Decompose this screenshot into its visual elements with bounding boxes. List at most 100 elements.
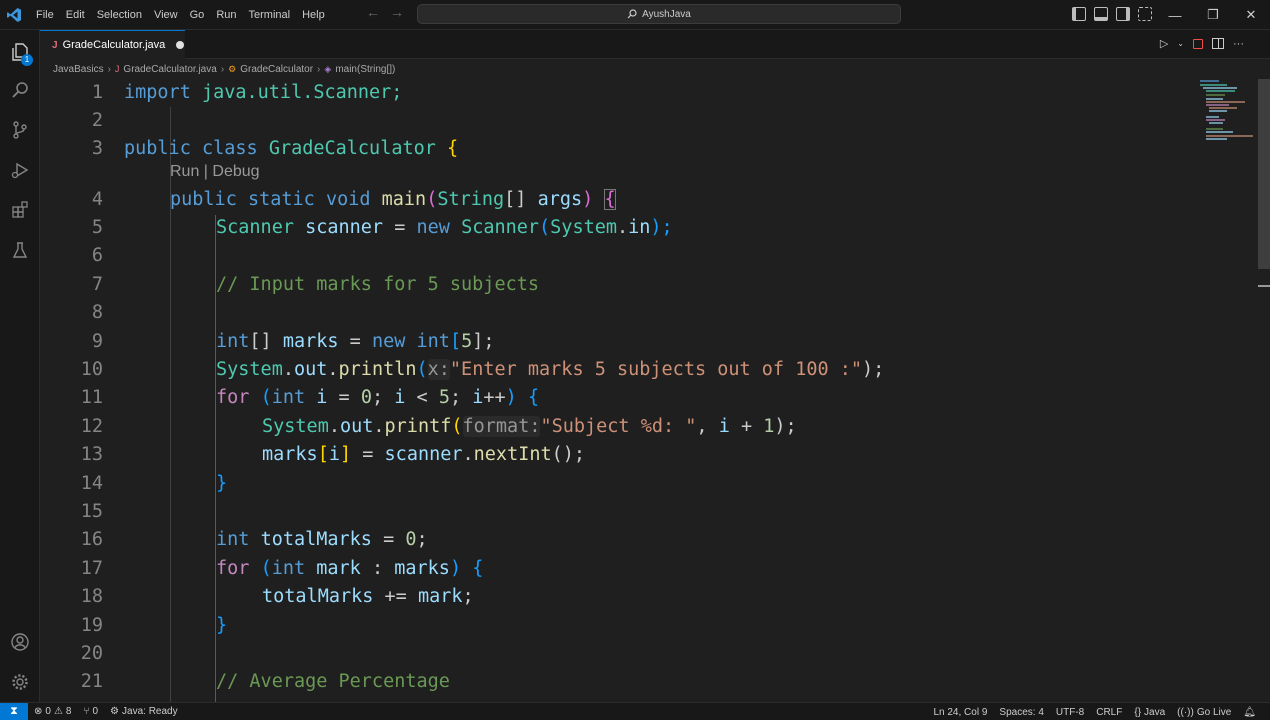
code-text: Scanner scanner = new Scanner(System.in)… <box>216 214 673 242</box>
toggle-primary-sidebar-icon[interactable] <box>1072 7 1086 21</box>
token: in <box>628 217 651 238</box>
vertical-scrollbar[interactable] <box>1258 79 1270 269</box>
token: Scanner <box>216 217 294 238</box>
code-line-9: 9 int[] marks = new int[5]; <box>40 328 1190 356</box>
split-editor-icon[interactable] <box>1212 38 1224 49</box>
close-icon[interactable]: ✕ <box>1232 0 1270 30</box>
ports-indicator[interactable]: ⑂ 0 <box>77 706 104 717</box>
breadcrumb-file[interactable]: GradeCalculator.java <box>123 64 216 75</box>
source-control-icon[interactable] <box>0 110 40 150</box>
menu-run[interactable]: Run <box>210 4 242 26</box>
vscode-logo-icon[interactable] <box>0 0 28 30</box>
accounts-icon[interactable] <box>0 622 40 662</box>
line-number: 13 <box>80 444 103 465</box>
token: ( <box>260 387 272 408</box>
menu-edit[interactable]: Edit <box>60 4 91 26</box>
code-line-10: 10 System.out.println(x:"Enter marks 5 su… <box>40 356 1190 384</box>
search-icon[interactable] <box>0 70 40 110</box>
token: += <box>373 586 418 607</box>
token: 0 <box>360 387 372 408</box>
forward-arrow-icon[interactable]: → <box>390 4 404 20</box>
token: ) <box>582 189 594 210</box>
remote-indicator-icon[interactable]: ⧗ <box>0 702 28 720</box>
tab-label: GradeCalculator.java <box>62 39 166 51</box>
parameter-hint: format: <box>462 416 541 437</box>
minimap[interactable] <box>1197 79 1257 702</box>
end-of-line[interactable]: CRLF <box>1090 707 1128 718</box>
extensions-icon[interactable] <box>0 190 40 230</box>
cursor-position[interactable]: Ln 24, Col 9 <box>927 707 993 718</box>
token: static <box>247 189 315 210</box>
problems-indicator[interactable]: ⊗ 0 ⚠ 8 <box>28 706 77 717</box>
menu-selection[interactable]: Selection <box>91 4 148 26</box>
customize-layout-icon[interactable] <box>1138 7 1152 21</box>
stop-debug-square-icon[interactable] <box>1193 38 1203 49</box>
token: . <box>327 359 339 380</box>
code-line-16: 16 int totalMarks = 0; <box>40 526 1190 554</box>
line-number: 16 <box>80 529 103 550</box>
token: nextInt <box>473 444 552 465</box>
menu-help[interactable]: Help <box>296 4 331 26</box>
token: i <box>316 387 328 408</box>
encoding[interactable]: UTF-8 <box>1050 707 1090 718</box>
back-arrow-icon[interactable]: ← <box>366 4 380 20</box>
go-live-button[interactable]: ((·)) Go Live <box>1171 707 1237 718</box>
restore-icon[interactable]: ❐ <box>1194 0 1232 30</box>
notifications-bell-icon[interactable]: 🔔︎ <box>1237 707 1262 718</box>
code-text: int[] marks = new int[5]; <box>216 328 495 356</box>
code-line-21: 21 // Average Percentage <box>40 668 1190 696</box>
status-bar: ⧗ ⊗ 0 ⚠ 8 ⑂ 0 ⚙ Java: Ready Ln 24, Col 9 Spa… <box>0 702 1270 720</box>
token: GradeCalculator <box>268 138 436 159</box>
code-text: marks[i] = scanner.nextInt(); <box>262 441 585 469</box>
token: "Subject %d: " <box>540 416 697 437</box>
go-live-label: Go Live <box>1196 706 1232 718</box>
token: { <box>447 138 459 159</box>
code-text: int totalMarks = 0; <box>216 526 428 554</box>
testing-flask-icon[interactable] <box>0 230 40 270</box>
token: . <box>373 416 385 437</box>
code-text: for (int mark : marks) { <box>216 555 483 583</box>
menu-go[interactable]: Go <box>184 4 211 26</box>
run-and-debug-icon[interactable] <box>0 150 40 190</box>
more-actions-icon[interactable]: ··· <box>1233 38 1244 50</box>
line-number: 21 <box>80 671 103 692</box>
toggle-secondary-sidebar-icon[interactable] <box>1116 7 1130 21</box>
token: printf <box>384 416 452 437</box>
token: ) <box>449 558 462 579</box>
run-java-play-icon[interactable]: ▷ <box>1160 37 1168 50</box>
code-editor[interactable]: 1 import java.util.Scanner; 2 3 public cla… <box>40 79 1270 702</box>
token: import <box>124 82 191 103</box>
java-status[interactable]: ⚙ Java: Ready <box>104 706 184 717</box>
token: ++ <box>483 387 506 408</box>
minimize-icon[interactable]: — <box>1156 0 1194 30</box>
token: println <box>338 359 417 380</box>
menu-terminal[interactable]: Terminal <box>243 4 297 26</box>
toggle-panel-icon[interactable] <box>1094 7 1108 21</box>
language-mode[interactable]: {} Java <box>1128 707 1171 718</box>
token: [ <box>317 444 329 465</box>
command-center-search[interactable]: AyushJava <box>417 4 901 24</box>
breadcrumb-folder[interactable]: JavaBasics <box>53 64 104 75</box>
broadcast-icon: ((·)) <box>1177 706 1194 718</box>
tab-grade-calculator[interactable]: J GradeCalculator.java <box>40 30 185 59</box>
line-number: 7 <box>91 274 103 295</box>
codelens-run-debug[interactable]: Run | Debug <box>170 163 260 181</box>
line-number: 2 <box>91 110 103 131</box>
status-bar-right: Ln 24, Col 9 Spaces: 4 UTF-8 CRLF {} Java… <box>927 703 1262 720</box>
token: ); <box>862 359 885 380</box>
token: new <box>416 217 450 238</box>
settings-gear-icon[interactable] <box>0 662 40 702</box>
breadcrumb-class[interactable]: GradeCalculator <box>240 64 313 75</box>
run-dropdown-chevron-icon[interactable]: ⌄ <box>1177 39 1184 48</box>
breadcrumb-method[interactable]: main(String[]) <box>335 64 395 75</box>
menu-view[interactable]: View <box>148 4 184 26</box>
token: (); <box>551 444 586 465</box>
indentation[interactable]: Spaces: 4 <box>993 707 1049 718</box>
unsaved-dot-icon[interactable] <box>176 41 185 49</box>
menu-file[interactable]: File <box>30 4 60 26</box>
explorer-icon[interactable]: 1 <box>0 32 40 72</box>
